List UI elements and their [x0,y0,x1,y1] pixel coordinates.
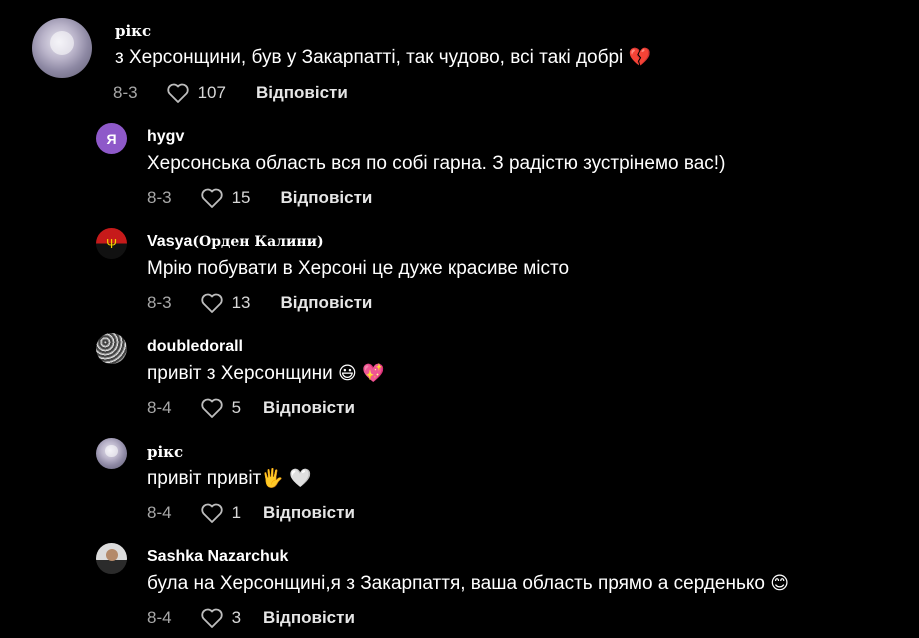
grinning-face-emoji: 😃 [337,363,357,383]
like-count: 1 [231,503,242,522]
broken-heart-emoji: 💔 [628,47,651,67]
comment-text: з Херсонщини, був у Закарпатті, так чудо… [115,47,651,69]
like-count: 3 [231,608,242,627]
comment-text: була на Херсонщині,я з Закарпаття, ваша … [147,573,789,595]
comment-date: 8-3 [147,188,172,207]
heart-outline-icon [200,398,223,418]
raised-hand-emoji: 🖐 [261,468,284,488]
comment-text: Херсонська область вся по собі гарна. З … [147,153,726,174]
reply-button[interactable]: Відповісти [281,188,373,208]
heart-outline-icon [200,503,223,523]
comment-date: 8-4 [147,608,172,627]
comment-username-extra: (Орден Калини) [192,234,324,250]
avatar[interactable] [96,543,127,574]
heart-outline-icon [200,608,223,628]
heart-outline-icon [166,83,189,103]
comment-text-body: привіт привіт [147,468,262,489]
comment-text: Мрію побувати в Херсоні це дуже красиве … [147,258,570,279]
avatar[interactable] [96,333,127,364]
like-count: 107 [197,83,226,102]
like-button[interactable]: 15 [200,187,251,209]
reply-button[interactable]: Відповісти [263,398,355,418]
comment-username-main: Vasya [147,233,193,250]
comment-username[interactable]: рікс [115,22,151,40]
comment-username[interactable]: Vasya(Орден Калини) [147,233,324,251]
comment-date: 8-3 [113,83,138,102]
comment-meta: 8-4 5 Відповісти [147,397,355,419]
smiling-face-emoji: 😊 [770,573,790,593]
comment-date: 8-4 [147,398,172,417]
avatar[interactable] [96,438,127,469]
comment-meta: 8-3 107 Відповісти [113,82,348,104]
comment-text-body: з Херсонщини, був у Закарпатті, так чудо… [115,47,624,68]
comment-meta: 8-4 3 Відповісти [147,607,355,629]
comment-username[interactable]: hygv [147,128,184,146]
comment-date: 8-3 [147,293,172,312]
white-heart-emoji: 🤍 [288,468,312,488]
comment-meta: 8-3 15 Відповісти [147,187,372,209]
like-count: 13 [231,293,251,312]
avatar[interactable]: Я [96,123,127,154]
like-button[interactable]: 107 [166,82,226,104]
like-count: 15 [231,188,251,207]
comment-text-body: привіт з Херсонщини [147,363,333,384]
reply-button[interactable]: Відповісти [263,503,355,523]
sparkling-heart-emoji: 💖 [362,363,385,383]
like-button[interactable]: 5 [200,397,241,419]
comment-text: привіт привіт🖐 🤍 [147,468,311,490]
avatar[interactable]: Ψ [96,228,127,259]
like-button[interactable]: 13 [200,292,251,314]
comment-text-body: була на Херсонщині,я з Закарпаття, ваша … [147,573,765,594]
heart-outline-icon [200,188,223,208]
like-button[interactable]: 3 [200,607,241,629]
comment-username[interactable]: Sashka Nazarchuk [147,548,288,566]
comment-username[interactable]: рікс [147,443,183,461]
reply-button[interactable]: Відповісти [281,293,373,313]
heart-outline-icon [200,293,223,313]
comment-text: привіт з Херсонщини 😃 💖 [147,363,384,385]
like-button[interactable]: 1 [200,502,241,524]
avatar-letter: Я [106,130,117,147]
comment-meta: 8-3 13 Відповісти [147,292,372,314]
reply-button[interactable]: Відповісти [263,608,355,628]
avatar[interactable] [32,18,92,78]
comment-meta: 8-4 1 Відповісти [147,502,355,524]
trident-icon: Ψ [106,236,117,251]
like-count: 5 [231,398,242,417]
comment-username[interactable]: doubledorall [147,338,243,356]
reply-button[interactable]: Відповісти [256,83,348,103]
comment-date: 8-4 [147,503,172,522]
